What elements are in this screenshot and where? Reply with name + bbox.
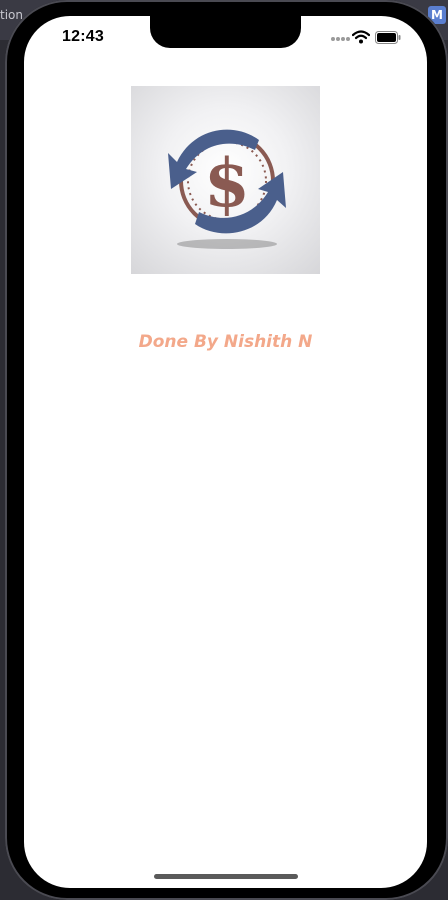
currency-exchange-icon: $ <box>168 129 286 249</box>
notch <box>150 16 301 48</box>
dollar-symbol: $ <box>204 144 250 222</box>
wifi-icon <box>352 30 370 44</box>
credit-label: Done By Nishith N <box>138 332 313 352</box>
home-indicator[interactable] <box>154 874 298 879</box>
battery-icon <box>375 31 401 44</box>
cellular-dots-icon <box>331 37 350 41</box>
status-time: 12:43 <box>62 28 104 45</box>
app-logo: $ <box>131 86 320 274</box>
